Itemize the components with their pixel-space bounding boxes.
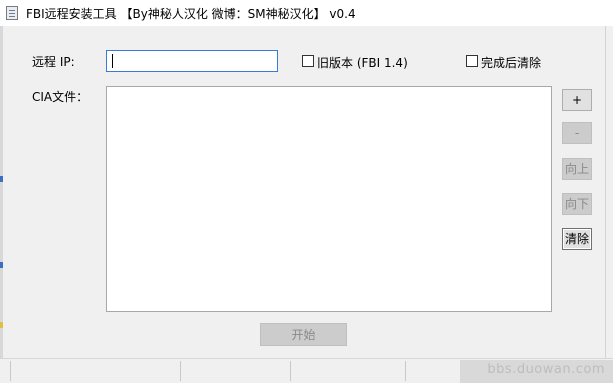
move-down-button[interactable]: 向下 (562, 193, 592, 215)
app-icon (6, 6, 18, 20)
window-title: FBI远程安装工具 【By神秘人汉化 微博：SM神秘汉化】 v0.4 (26, 7, 356, 21)
old-version-label[interactable]: 旧版本 (FBI 1.4) (317, 54, 408, 71)
ip-label: 远程 IP: (32, 55, 75, 69)
background-window-edge-right (605, 26, 613, 358)
watermark-text: bbs.duowan.com (487, 362, 605, 377)
move-up-button[interactable]: 向上 (562, 158, 592, 180)
remove-file-button[interactable]: - (562, 122, 592, 144)
clear-after-checkbox[interactable] (466, 55, 478, 67)
title-bar[interactable]: FBI远程安装工具 【By神秘人汉化 微博：SM神秘汉化】 v0.4 (0, 0, 613, 26)
text-caret (112, 54, 113, 68)
cia-files-label: CIA文件： (32, 90, 89, 104)
clear-after-label[interactable]: 完成后清除 (481, 54, 541, 71)
cia-file-list[interactable] (106, 86, 552, 312)
clear-list-button[interactable]: 清除 (562, 228, 592, 250)
background-window-edge (0, 26, 3, 358)
add-file-button[interactable]: + (562, 89, 592, 111)
ip-input[interactable] (106, 50, 278, 72)
old-version-checkbox[interactable] (302, 55, 314, 67)
start-button[interactable]: 开始 (260, 323, 347, 346)
